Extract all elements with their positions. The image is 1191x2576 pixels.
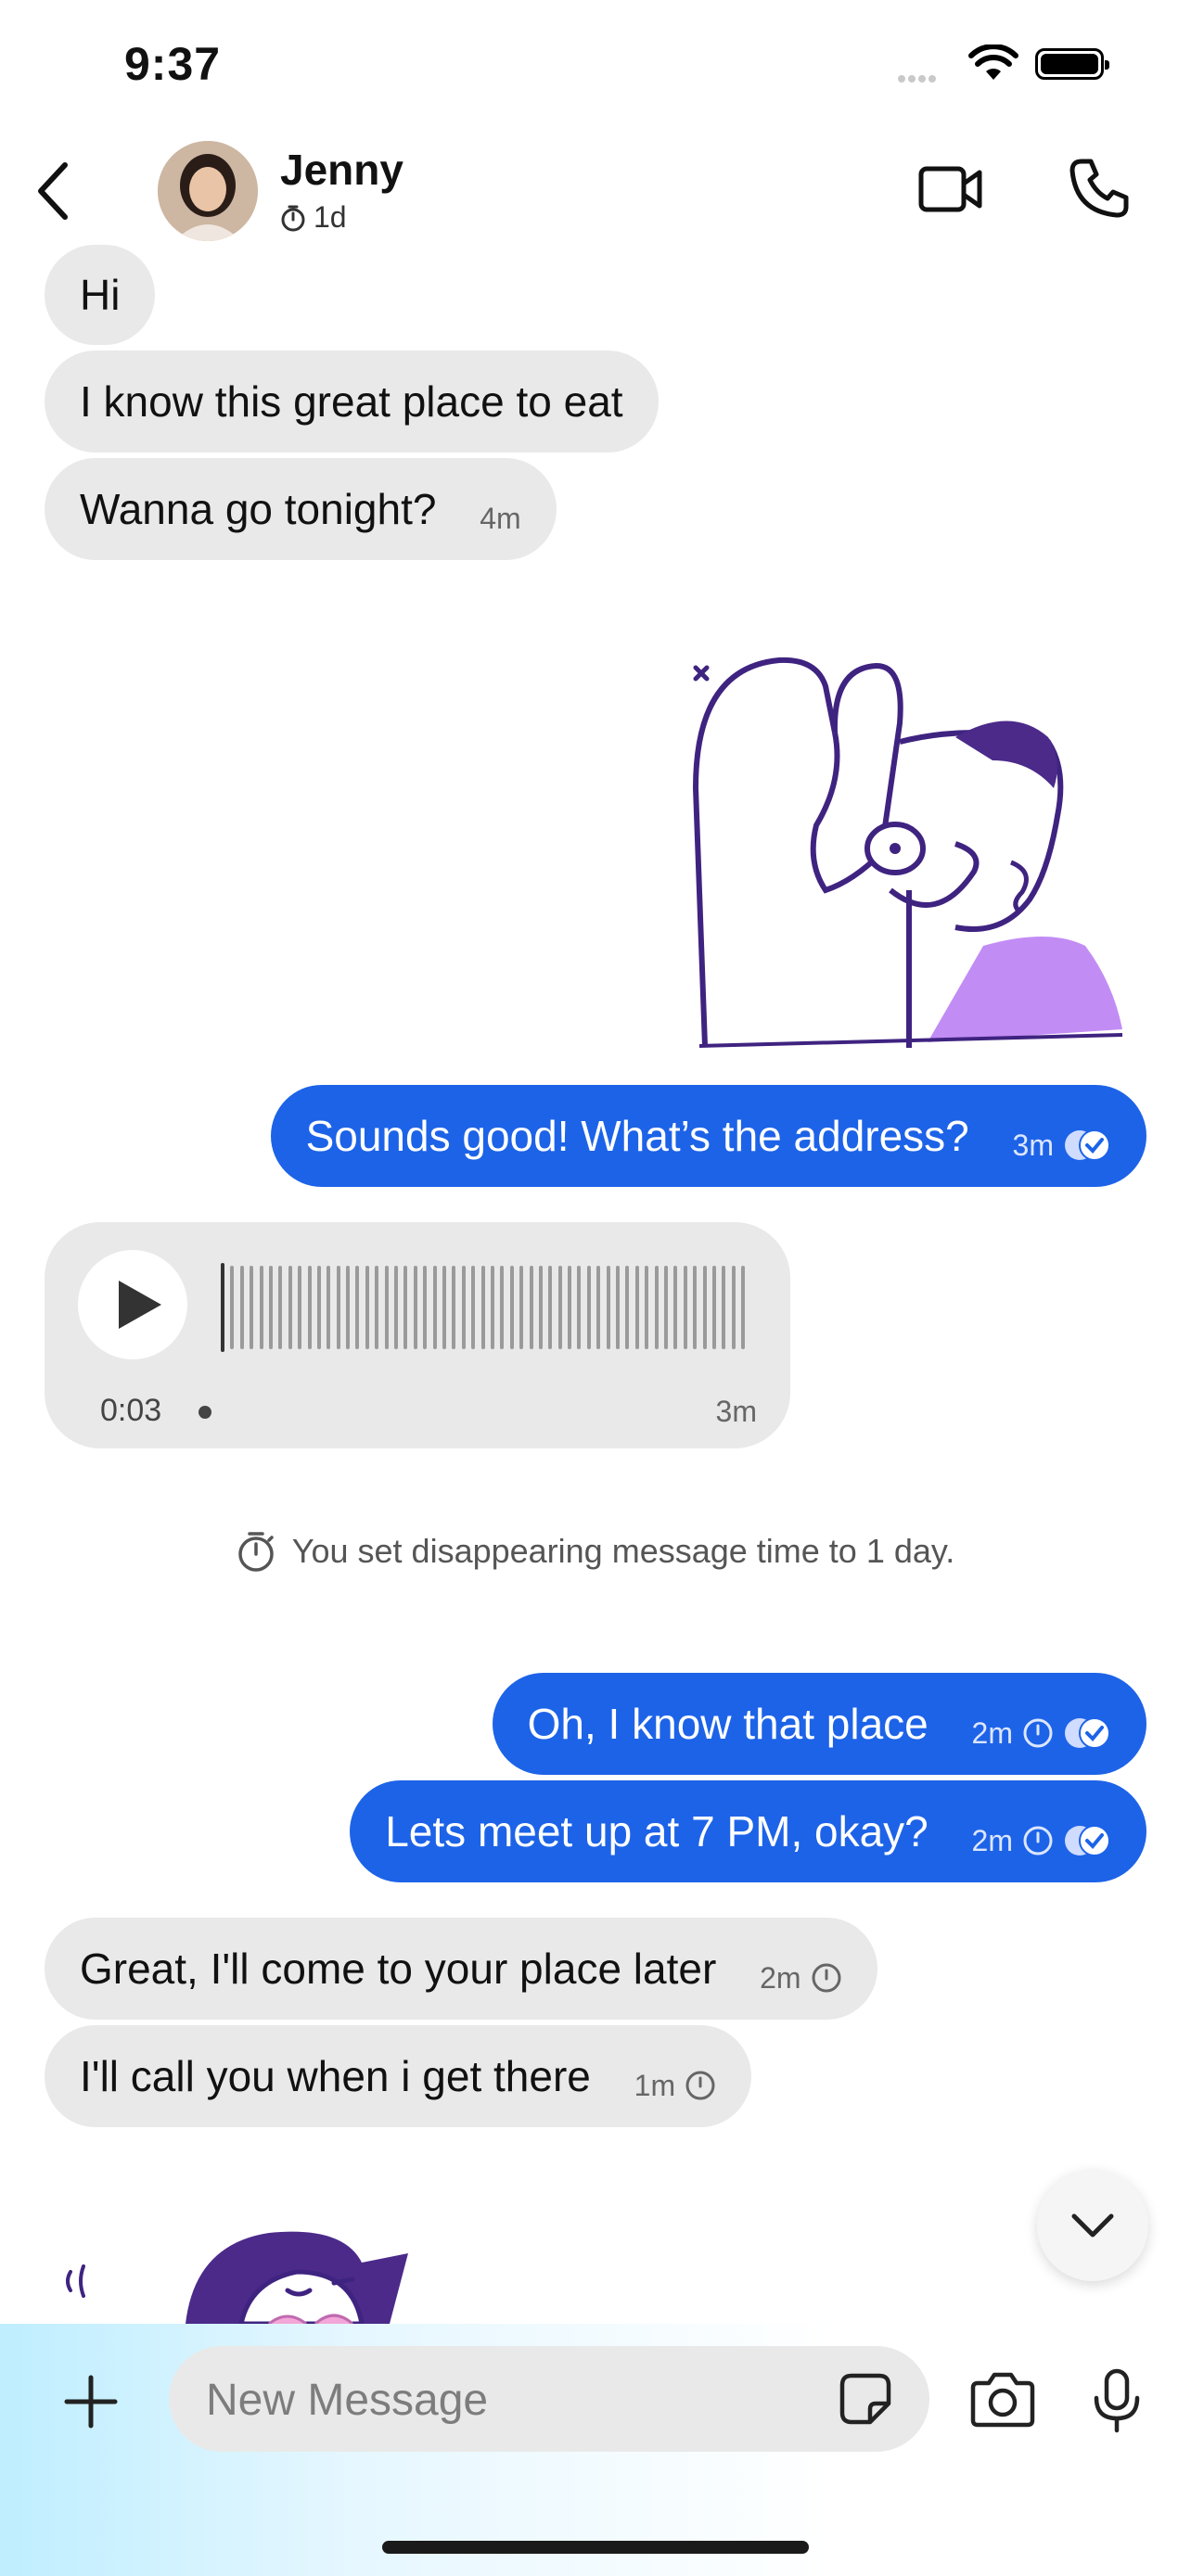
phone-icon	[1069, 159, 1129, 218]
sticker-image[interactable]	[677, 649, 1141, 1062]
message-meta: 2m	[972, 1682, 1111, 1784]
disappearing-timer: 1d	[280, 200, 347, 235]
voice-call-button[interactable]	[1069, 158, 1130, 223]
wifi-icon	[968, 44, 1018, 86]
message-field[interactable]	[169, 2346, 929, 2454]
message-text: I know this great place to eat	[80, 377, 623, 426]
sticker-image[interactable]	[56, 2225, 427, 2328]
message-text: Great, I'll come to your place later	[80, 1945, 717, 1993]
timer-label: 1d	[314, 200, 347, 234]
read-receipt-icon	[1065, 1824, 1110, 1856]
unplayed-dot	[198, 1406, 211, 1419]
home-indicator	[382, 2541, 809, 2554]
waveform[interactable]	[221, 1263, 746, 1352]
message-time: 4m	[480, 501, 521, 535]
message-text: Lets meet up at 7 PM, okay?	[385, 1807, 928, 1855]
read-receipt-icon	[1065, 1129, 1110, 1161]
message-bubble-incoming[interactable]: Great, I'll come to your place later 2m	[45, 1918, 877, 2020]
timer-icon	[685, 2071, 715, 2100]
mic-icon	[1094, 2368, 1140, 2433]
message-bubble-incoming[interactable]: Wanna go tonight? 4m	[45, 458, 557, 560]
message-meta: 3m	[1013, 1094, 1111, 1196]
timer-icon	[812, 1963, 841, 1993]
message-text: Hi	[80, 271, 121, 319]
message-bubble-incoming[interactable]: I'll call you when i get there 1m	[45, 2025, 752, 2127]
contact-name[interactable]: Jenny	[280, 145, 403, 195]
sticker-button[interactable]	[839, 2372, 892, 2430]
voice-duration: 0:03	[100, 1393, 162, 1428]
video-call-button[interactable]	[918, 163, 983, 220]
signal-icon	[898, 70, 939, 87]
video-icon	[918, 166, 982, 212]
message-text: Oh, I know that place	[527, 1700, 928, 1748]
back-icon	[38, 162, 68, 220]
attach-button[interactable]	[61, 2372, 121, 2436]
message-bubble-incoming[interactable]: Hi	[45, 245, 156, 345]
message-bubble-incoming[interactable]: I know this great place to eat	[45, 351, 659, 453]
sticker-icon	[839, 2373, 891, 2425]
scroll-to-bottom-button[interactable]	[1037, 2170, 1148, 2281]
message-meta: 2m	[760, 1927, 841, 2029]
message-bubble-outgoing[interactable]: Oh, I know that place 2m	[492, 1673, 1146, 1775]
message-meta: 2m	[972, 1790, 1111, 1892]
message-bubble-outgoing[interactable]: Lets meet up at 7 PM, okay? 2m	[350, 1780, 1146, 1882]
camera-button[interactable]	[970, 2370, 1035, 2432]
timer-icon	[281, 205, 305, 231]
camera-icon	[970, 2372, 1035, 2428]
battery-icon	[1035, 48, 1109, 80]
system-message: You set disappearing message time to 1 d…	[0, 1530, 1191, 1581]
message-text: Wanna go tonight?	[80, 485, 437, 533]
message-bubble-outgoing[interactable]: Sounds good! What’s the address? 3m	[270, 1085, 1146, 1187]
message-text: I'll call you when i get there	[80, 2052, 591, 2100]
chevron-down-icon	[1071, 2213, 1114, 2238]
microphone-button[interactable]	[1091, 2368, 1143, 2438]
timer-icon	[1023, 1718, 1053, 1748]
message-input[interactable]	[204, 2346, 801, 2454]
avatar[interactable]	[158, 141, 258, 241]
system-text: You set disappearing message time to 1 d…	[291, 1532, 955, 1570]
play-button[interactable]	[78, 1250, 187, 1359]
back-button[interactable]	[33, 161, 70, 225]
message-text: Sounds good! What’s the address?	[305, 1112, 969, 1160]
stopwatch-icon	[238, 1532, 274, 1572]
read-receipt-icon	[1065, 1716, 1110, 1749]
message-time: 3m	[715, 1395, 757, 1428]
status-time: 9:37	[124, 38, 222, 90]
voice-message[interactable]: 0:03 3m	[45, 1222, 790, 1448]
message-meta: 1m	[634, 2034, 716, 2136]
plus-icon	[64, 2375, 118, 2429]
timer-icon	[1023, 1826, 1053, 1855]
